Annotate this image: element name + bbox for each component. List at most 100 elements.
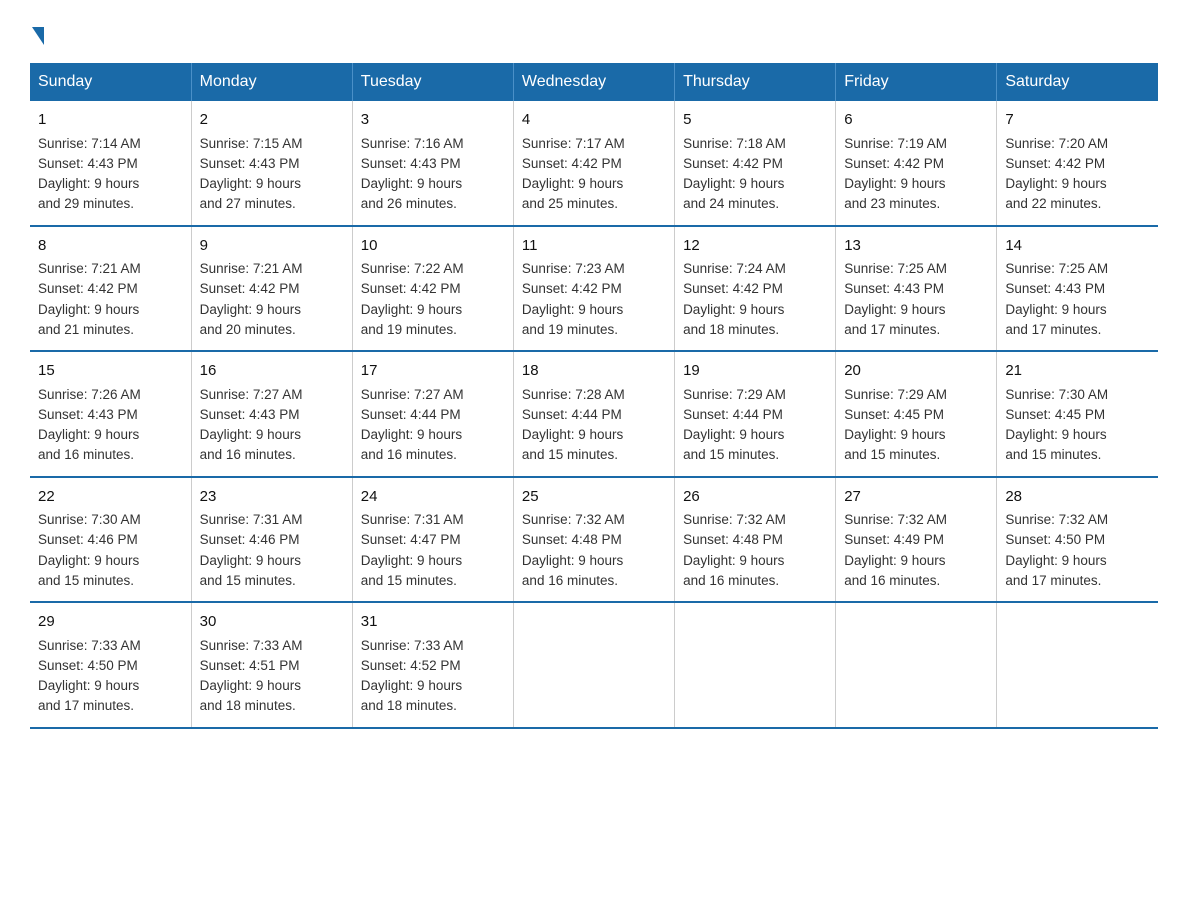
calendar-week-row: 29 Sunrise: 7:33 AMSunset: 4:50 PMDayligh… — [30, 602, 1158, 728]
calendar-cell: 23 Sunrise: 7:31 AMSunset: 4:46 PMDayligh… — [191, 477, 352, 603]
day-number: 10 — [361, 235, 505, 258]
day-number: 2 — [200, 109, 344, 132]
day-number: 30 — [200, 611, 344, 634]
calendar-cell: 22 Sunrise: 7:30 AMSunset: 4:46 PMDayligh… — [30, 477, 191, 603]
day-info: Sunrise: 7:25 AMSunset: 4:43 PMDaylight:… — [844, 261, 947, 337]
calendar-cell: 4 Sunrise: 7:17 AMSunset: 4:42 PMDaylight… — [513, 101, 674, 226]
calendar-cell: 7 Sunrise: 7:20 AMSunset: 4:42 PMDaylight… — [997, 101, 1158, 226]
day-number: 29 — [38, 611, 183, 634]
day-number: 11 — [522, 235, 666, 258]
calendar-cell: 17 Sunrise: 7:27 AMSunset: 4:44 PMDayligh… — [352, 351, 513, 477]
calendar-cell: 10 Sunrise: 7:22 AMSunset: 4:42 PMDayligh… — [352, 226, 513, 352]
day-number: 31 — [361, 611, 505, 634]
day-number: 21 — [1005, 360, 1150, 383]
day-info: Sunrise: 7:23 AMSunset: 4:42 PMDaylight:… — [522, 261, 625, 337]
calendar-cell — [675, 602, 836, 728]
day-info: Sunrise: 7:29 AMSunset: 4:44 PMDaylight:… — [683, 387, 786, 463]
day-info: Sunrise: 7:25 AMSunset: 4:43 PMDaylight:… — [1005, 261, 1108, 337]
calendar-cell: 30 Sunrise: 7:33 AMSunset: 4:51 PMDayligh… — [191, 602, 352, 728]
day-info: Sunrise: 7:21 AMSunset: 4:42 PMDaylight:… — [38, 261, 141, 337]
logo-arrow-icon — [32, 27, 44, 45]
calendar-week-row: 15 Sunrise: 7:26 AMSunset: 4:43 PMDayligh… — [30, 351, 1158, 477]
day-number: 27 — [844, 486, 988, 509]
day-info: Sunrise: 7:20 AMSunset: 4:42 PMDaylight:… — [1005, 136, 1108, 212]
calendar-cell: 24 Sunrise: 7:31 AMSunset: 4:47 PMDayligh… — [352, 477, 513, 603]
day-info: Sunrise: 7:19 AMSunset: 4:42 PMDaylight:… — [844, 136, 947, 212]
header-wednesday: Wednesday — [513, 63, 674, 101]
day-info: Sunrise: 7:26 AMSunset: 4:43 PMDaylight:… — [38, 387, 141, 463]
day-number: 9 — [200, 235, 344, 258]
day-info: Sunrise: 7:22 AMSunset: 4:42 PMDaylight:… — [361, 261, 464, 337]
day-info: Sunrise: 7:15 AMSunset: 4:43 PMDaylight:… — [200, 136, 303, 212]
day-number: 22 — [38, 486, 183, 509]
day-info: Sunrise: 7:16 AMSunset: 4:43 PMDaylight:… — [361, 136, 464, 212]
calendar-cell: 6 Sunrise: 7:19 AMSunset: 4:42 PMDaylight… — [836, 101, 997, 226]
day-number: 14 — [1005, 235, 1150, 258]
calendar-cell: 14 Sunrise: 7:25 AMSunset: 4:43 PMDayligh… — [997, 226, 1158, 352]
header-friday: Friday — [836, 63, 997, 101]
day-info: Sunrise: 7:32 AMSunset: 4:48 PMDaylight:… — [683, 512, 786, 588]
day-info: Sunrise: 7:29 AMSunset: 4:45 PMDaylight:… — [844, 387, 947, 463]
day-number: 23 — [200, 486, 344, 509]
day-number: 8 — [38, 235, 183, 258]
day-number: 6 — [844, 109, 988, 132]
day-info: Sunrise: 7:33 AMSunset: 4:50 PMDaylight:… — [38, 638, 141, 714]
day-number: 13 — [844, 235, 988, 258]
calendar-cell: 25Sunrise: 7:32 AMSunset: 4:48 PMDayligh… — [513, 477, 674, 603]
logo — [30, 20, 46, 43]
calendar-cell: 16Sunrise: 7:27 AMSunset: 4:43 PMDayligh… — [191, 351, 352, 477]
day-number: 28 — [1005, 486, 1150, 509]
header-sunday: Sunday — [30, 63, 191, 101]
day-number: 7 — [1005, 109, 1150, 132]
day-number: 18 — [522, 360, 666, 383]
calendar-cell: 15 Sunrise: 7:26 AMSunset: 4:43 PMDayligh… — [30, 351, 191, 477]
calendar-cell: 5Sunrise: 7:18 AMSunset: 4:42 PMDaylight… — [675, 101, 836, 226]
calendar-week-row: 22 Sunrise: 7:30 AMSunset: 4:46 PMDayligh… — [30, 477, 1158, 603]
calendar-cell: 8 Sunrise: 7:21 AMSunset: 4:42 PMDaylight… — [30, 226, 191, 352]
calendar-cell: 20 Sunrise: 7:29 AMSunset: 4:45 PMDayligh… — [836, 351, 997, 477]
calendar-table: SundayMondayTuesdayWednesdayThursdayFrid… — [30, 63, 1158, 729]
day-number: 4 — [522, 109, 666, 132]
day-info: Sunrise: 7:27 AMSunset: 4:44 PMDaylight:… — [361, 387, 464, 463]
calendar-cell: 18 Sunrise: 7:28 AMSunset: 4:44 PMDayligh… — [513, 351, 674, 477]
day-info: Sunrise: 7:30 AMSunset: 4:46 PMDaylight:… — [38, 512, 141, 588]
calendar-cell — [997, 602, 1158, 728]
calendar-cell — [513, 602, 674, 728]
header-saturday: Saturday — [997, 63, 1158, 101]
header-tuesday: Tuesday — [352, 63, 513, 101]
header-monday: Monday — [191, 63, 352, 101]
calendar-week-row: 1Sunrise: 7:14 AMSunset: 4:43 PMDaylight… — [30, 101, 1158, 226]
day-info: Sunrise: 7:21 AMSunset: 4:42 PMDaylight:… — [200, 261, 303, 337]
day-info: Sunrise: 7:33 AMSunset: 4:52 PMDaylight:… — [361, 638, 464, 714]
calendar-cell: 19 Sunrise: 7:29 AMSunset: 4:44 PMDayligh… — [675, 351, 836, 477]
day-info: Sunrise: 7:31 AMSunset: 4:47 PMDaylight:… — [361, 512, 464, 588]
calendar-cell: 29 Sunrise: 7:33 AMSunset: 4:50 PMDayligh… — [30, 602, 191, 728]
day-number: 17 — [361, 360, 505, 383]
calendar-cell: 9 Sunrise: 7:21 AMSunset: 4:42 PMDaylight… — [191, 226, 352, 352]
calendar-cell: 11 Sunrise: 7:23 AMSunset: 4:42 PMDayligh… — [513, 226, 674, 352]
day-number: 19 — [683, 360, 827, 383]
day-info: Sunrise: 7:17 AMSunset: 4:42 PMDaylight:… — [522, 136, 625, 212]
calendar-header-row: SundayMondayTuesdayWednesdayThursdayFrid… — [30, 63, 1158, 101]
day-number: 16 — [200, 360, 344, 383]
day-info: Sunrise: 7:33 AMSunset: 4:51 PMDaylight:… — [200, 638, 303, 714]
calendar-cell: 27 Sunrise: 7:32 AMSunset: 4:49 PMDayligh… — [836, 477, 997, 603]
calendar-cell: 26Sunrise: 7:32 AMSunset: 4:48 PMDayligh… — [675, 477, 836, 603]
day-number: 20 — [844, 360, 988, 383]
calendar-cell: 1Sunrise: 7:14 AMSunset: 4:43 PMDaylight… — [30, 101, 191, 226]
calendar-cell: 21 Sunrise: 7:30 AMSunset: 4:45 PMDayligh… — [997, 351, 1158, 477]
day-number: 15 — [38, 360, 183, 383]
calendar-cell — [836, 602, 997, 728]
day-info: Sunrise: 7:32 AMSunset: 4:49 PMDaylight:… — [844, 512, 947, 588]
header-thursday: Thursday — [675, 63, 836, 101]
calendar-cell: 31 Sunrise: 7:33 AMSunset: 4:52 PMDayligh… — [352, 602, 513, 728]
day-info: Sunrise: 7:31 AMSunset: 4:46 PMDaylight:… — [200, 512, 303, 588]
day-info: Sunrise: 7:28 AMSunset: 4:44 PMDaylight:… — [522, 387, 625, 463]
day-number: 1 — [38, 109, 183, 132]
calendar-cell: 3Sunrise: 7:16 AMSunset: 4:43 PMDaylight… — [352, 101, 513, 226]
day-info: Sunrise: 7:30 AMSunset: 4:45 PMDaylight:… — [1005, 387, 1108, 463]
calendar-cell: 13 Sunrise: 7:25 AMSunset: 4:43 PMDayligh… — [836, 226, 997, 352]
calendar-week-row: 8 Sunrise: 7:21 AMSunset: 4:42 PMDaylight… — [30, 226, 1158, 352]
day-number: 24 — [361, 486, 505, 509]
day-info: Sunrise: 7:24 AMSunset: 4:42 PMDaylight:… — [683, 261, 786, 337]
